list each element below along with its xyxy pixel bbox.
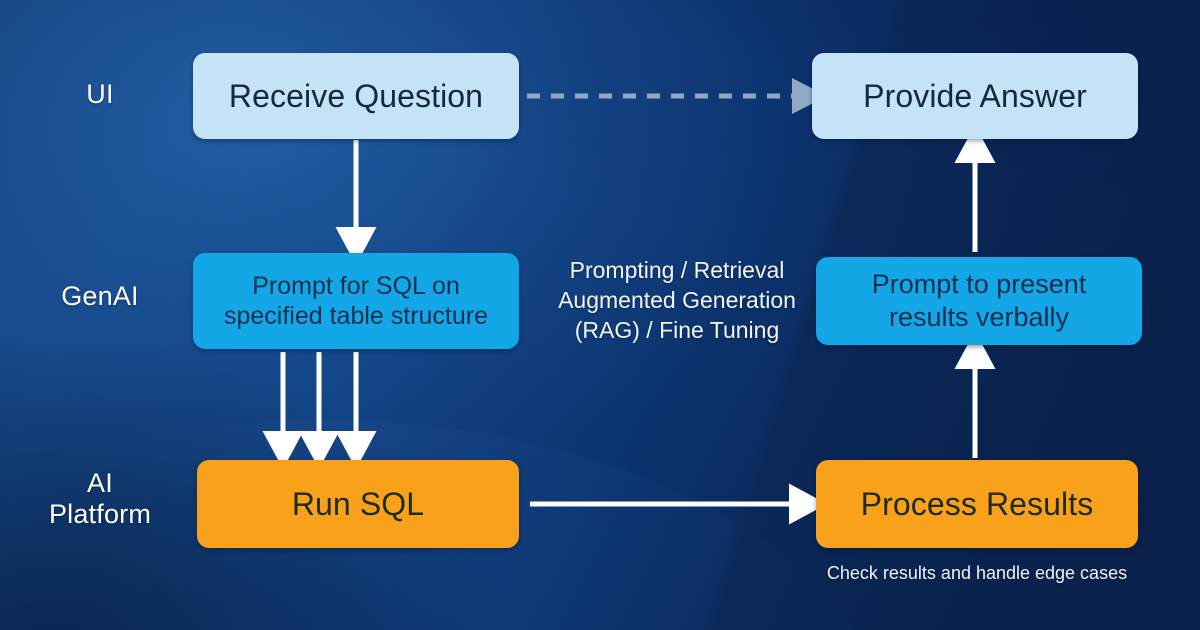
annotation-process-results-caption: Check results and handle edge cases: [826, 563, 1128, 583]
node-run-sql[interactable]: Run SQL: [197, 460, 519, 548]
node-prompt-for-sql[interactable]: Prompt for SQL on specified table struct…: [193, 253, 519, 349]
diagram-canvas: UI GenAI AI Platform Receive Question Pr…: [0, 0, 1200, 630]
annotation-center-technique-note: Prompting / Retrieval Augmented Generati…: [558, 257, 796, 343]
node-process-results[interactable]: Process Results: [816, 460, 1138, 548]
node-receive-question[interactable]: Receive Question: [193, 53, 519, 139]
row-label-ai-platform: AI Platform: [48, 468, 152, 530]
row-label-genai: GenAI: [61, 281, 139, 311]
node-provide-answer[interactable]: Provide Answer: [812, 53, 1138, 139]
node-prompt-to-present[interactable]: Prompt to present results verbally: [816, 257, 1142, 345]
row-label-ui: UI: [86, 79, 114, 109]
